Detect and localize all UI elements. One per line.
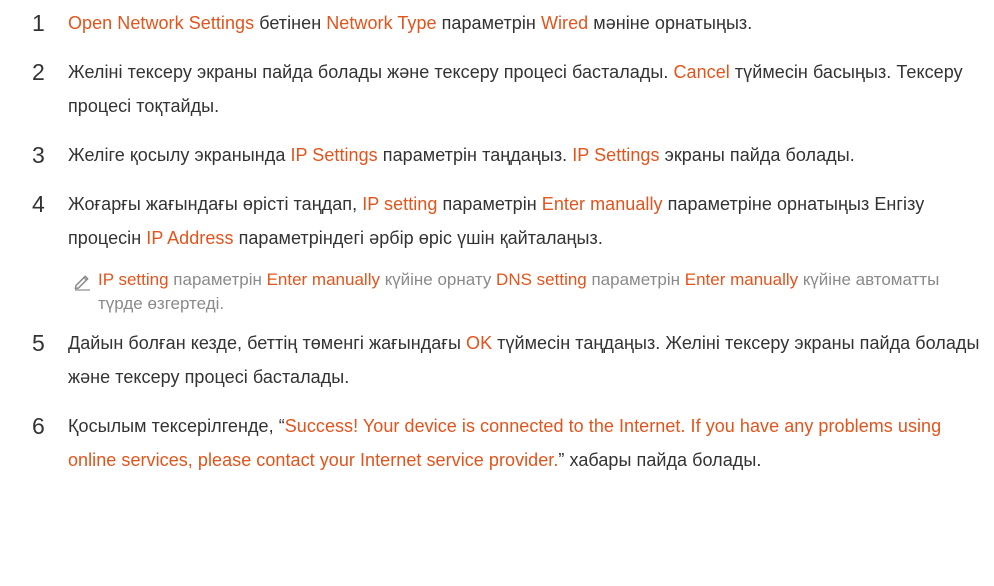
button-name-ok: OK <box>466 333 493 353</box>
step-number: 2 <box>32 59 45 85</box>
step-number: 3 <box>32 142 45 168</box>
step-text: параметрін <box>437 194 542 214</box>
step-text: бетінен <box>254 13 327 33</box>
button-name-cancel: Cancel <box>673 62 730 82</box>
value-enter-manually: Enter manually <box>684 270 799 289</box>
step-6: 6 Қосылым тексерілгенде, “Success! Your … <box>0 409 980 477</box>
step-text: Желіге қосылу экранында <box>68 145 291 165</box>
step-3: 3 Желіге қосылу экранында IP Settings па… <box>0 138 980 172</box>
step-5: 5 Дайын болған кезде, беттің төменгі жағ… <box>0 326 980 394</box>
step-number: 5 <box>32 330 45 356</box>
step-4: 4 Жоғарғы жағындағы өрісті таңдап, IP se… <box>0 187 980 255</box>
step-text: мәніне орнатыңыз. <box>588 13 753 33</box>
step-text: Дайын болған кезде, беттің төменгі жағын… <box>68 333 467 353</box>
step-2: 2 Желіні тексеру экраны пайда болады жән… <box>0 55 980 123</box>
instruction-page: 1 Open Network Settings бетінен Network … <box>0 0 994 586</box>
option-ip-settings: IP Settings <box>290 145 378 165</box>
value-enter-manually: Enter manually <box>266 270 380 289</box>
pencil-icon <box>74 275 90 291</box>
note-plain: параметрін <box>586 270 685 289</box>
value-wired: Wired <box>540 13 589 33</box>
note: IP setting параметрін Enter manually күй… <box>0 268 980 316</box>
option-ip-address: IP Address <box>146 228 234 248</box>
step-text: Жоғарғы жағындағы өрісті таңдап, <box>68 194 363 214</box>
step-text: параметрін <box>436 13 541 33</box>
step-text: параметрін таңдаңыз. <box>377 145 573 165</box>
step-1: 1 Open Network Settings бетінен Network … <box>0 6 980 40</box>
step-number: 4 <box>32 191 45 217</box>
option-ip-setting: IP setting <box>362 194 438 214</box>
note-plain: күйіне орнату <box>379 270 497 289</box>
step-text: ” хабары пайда болады. <box>558 450 762 470</box>
step-number: 6 <box>32 413 45 439</box>
step-text: параметріндегі әрбір өріс үшін қайталаңы… <box>233 228 603 248</box>
step-text: экраны пайда болады. <box>659 145 855 165</box>
note-text: IP setting параметрін Enter manually күй… <box>68 268 980 316</box>
step-number: 1 <box>32 10 45 36</box>
option-network-type: Network Type <box>326 13 437 33</box>
value-enter-manually: Enter manually <box>541 194 663 214</box>
option-ip-setting: IP setting <box>98 270 169 289</box>
step-text: Қосылым тексерілгенде, “ <box>68 416 285 436</box>
option-dns-setting: DNS setting <box>496 270 587 289</box>
menu-path-open-network-settings: Open Network Settings <box>68 13 255 33</box>
step-text: Желіні тексеру экраны пайда болады және … <box>68 62 674 82</box>
screen-name-ip-settings: IP Settings <box>572 145 660 165</box>
note-plain: параметрін <box>168 270 267 289</box>
